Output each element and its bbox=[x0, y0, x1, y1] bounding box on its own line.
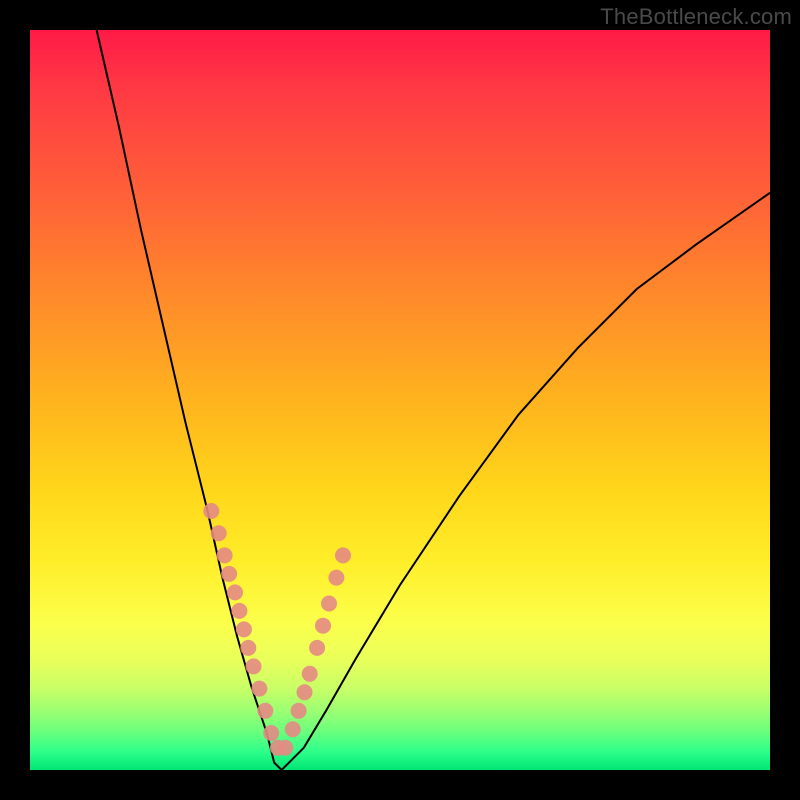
marker-dot bbox=[240, 640, 256, 656]
marker-dots bbox=[203, 503, 351, 756]
plot-frame bbox=[30, 30, 770, 770]
marker-dot bbox=[297, 684, 313, 700]
marker-dot bbox=[291, 703, 307, 719]
marker-dot bbox=[217, 547, 233, 563]
right-branch-curve bbox=[282, 193, 770, 770]
marker-dot bbox=[246, 658, 262, 674]
marker-dot bbox=[221, 566, 237, 582]
marker-dot bbox=[227, 584, 243, 600]
marker-dot bbox=[251, 681, 267, 697]
marker-dot bbox=[328, 570, 344, 586]
marker-dot bbox=[285, 721, 301, 737]
marker-dot bbox=[335, 547, 351, 563]
marker-dot bbox=[315, 618, 331, 634]
marker-dot bbox=[236, 621, 252, 637]
watermark-text: TheBottleneck.com bbox=[600, 4, 792, 30]
chart-overlay bbox=[30, 30, 770, 770]
marker-dot bbox=[321, 596, 337, 612]
marker-dot bbox=[211, 525, 227, 541]
marker-dot bbox=[203, 503, 219, 519]
marker-dot bbox=[263, 725, 279, 741]
marker-dot bbox=[309, 640, 325, 656]
marker-dot bbox=[277, 740, 293, 756]
marker-dot bbox=[257, 703, 273, 719]
marker-dot bbox=[302, 666, 318, 682]
marker-dot bbox=[231, 603, 247, 619]
